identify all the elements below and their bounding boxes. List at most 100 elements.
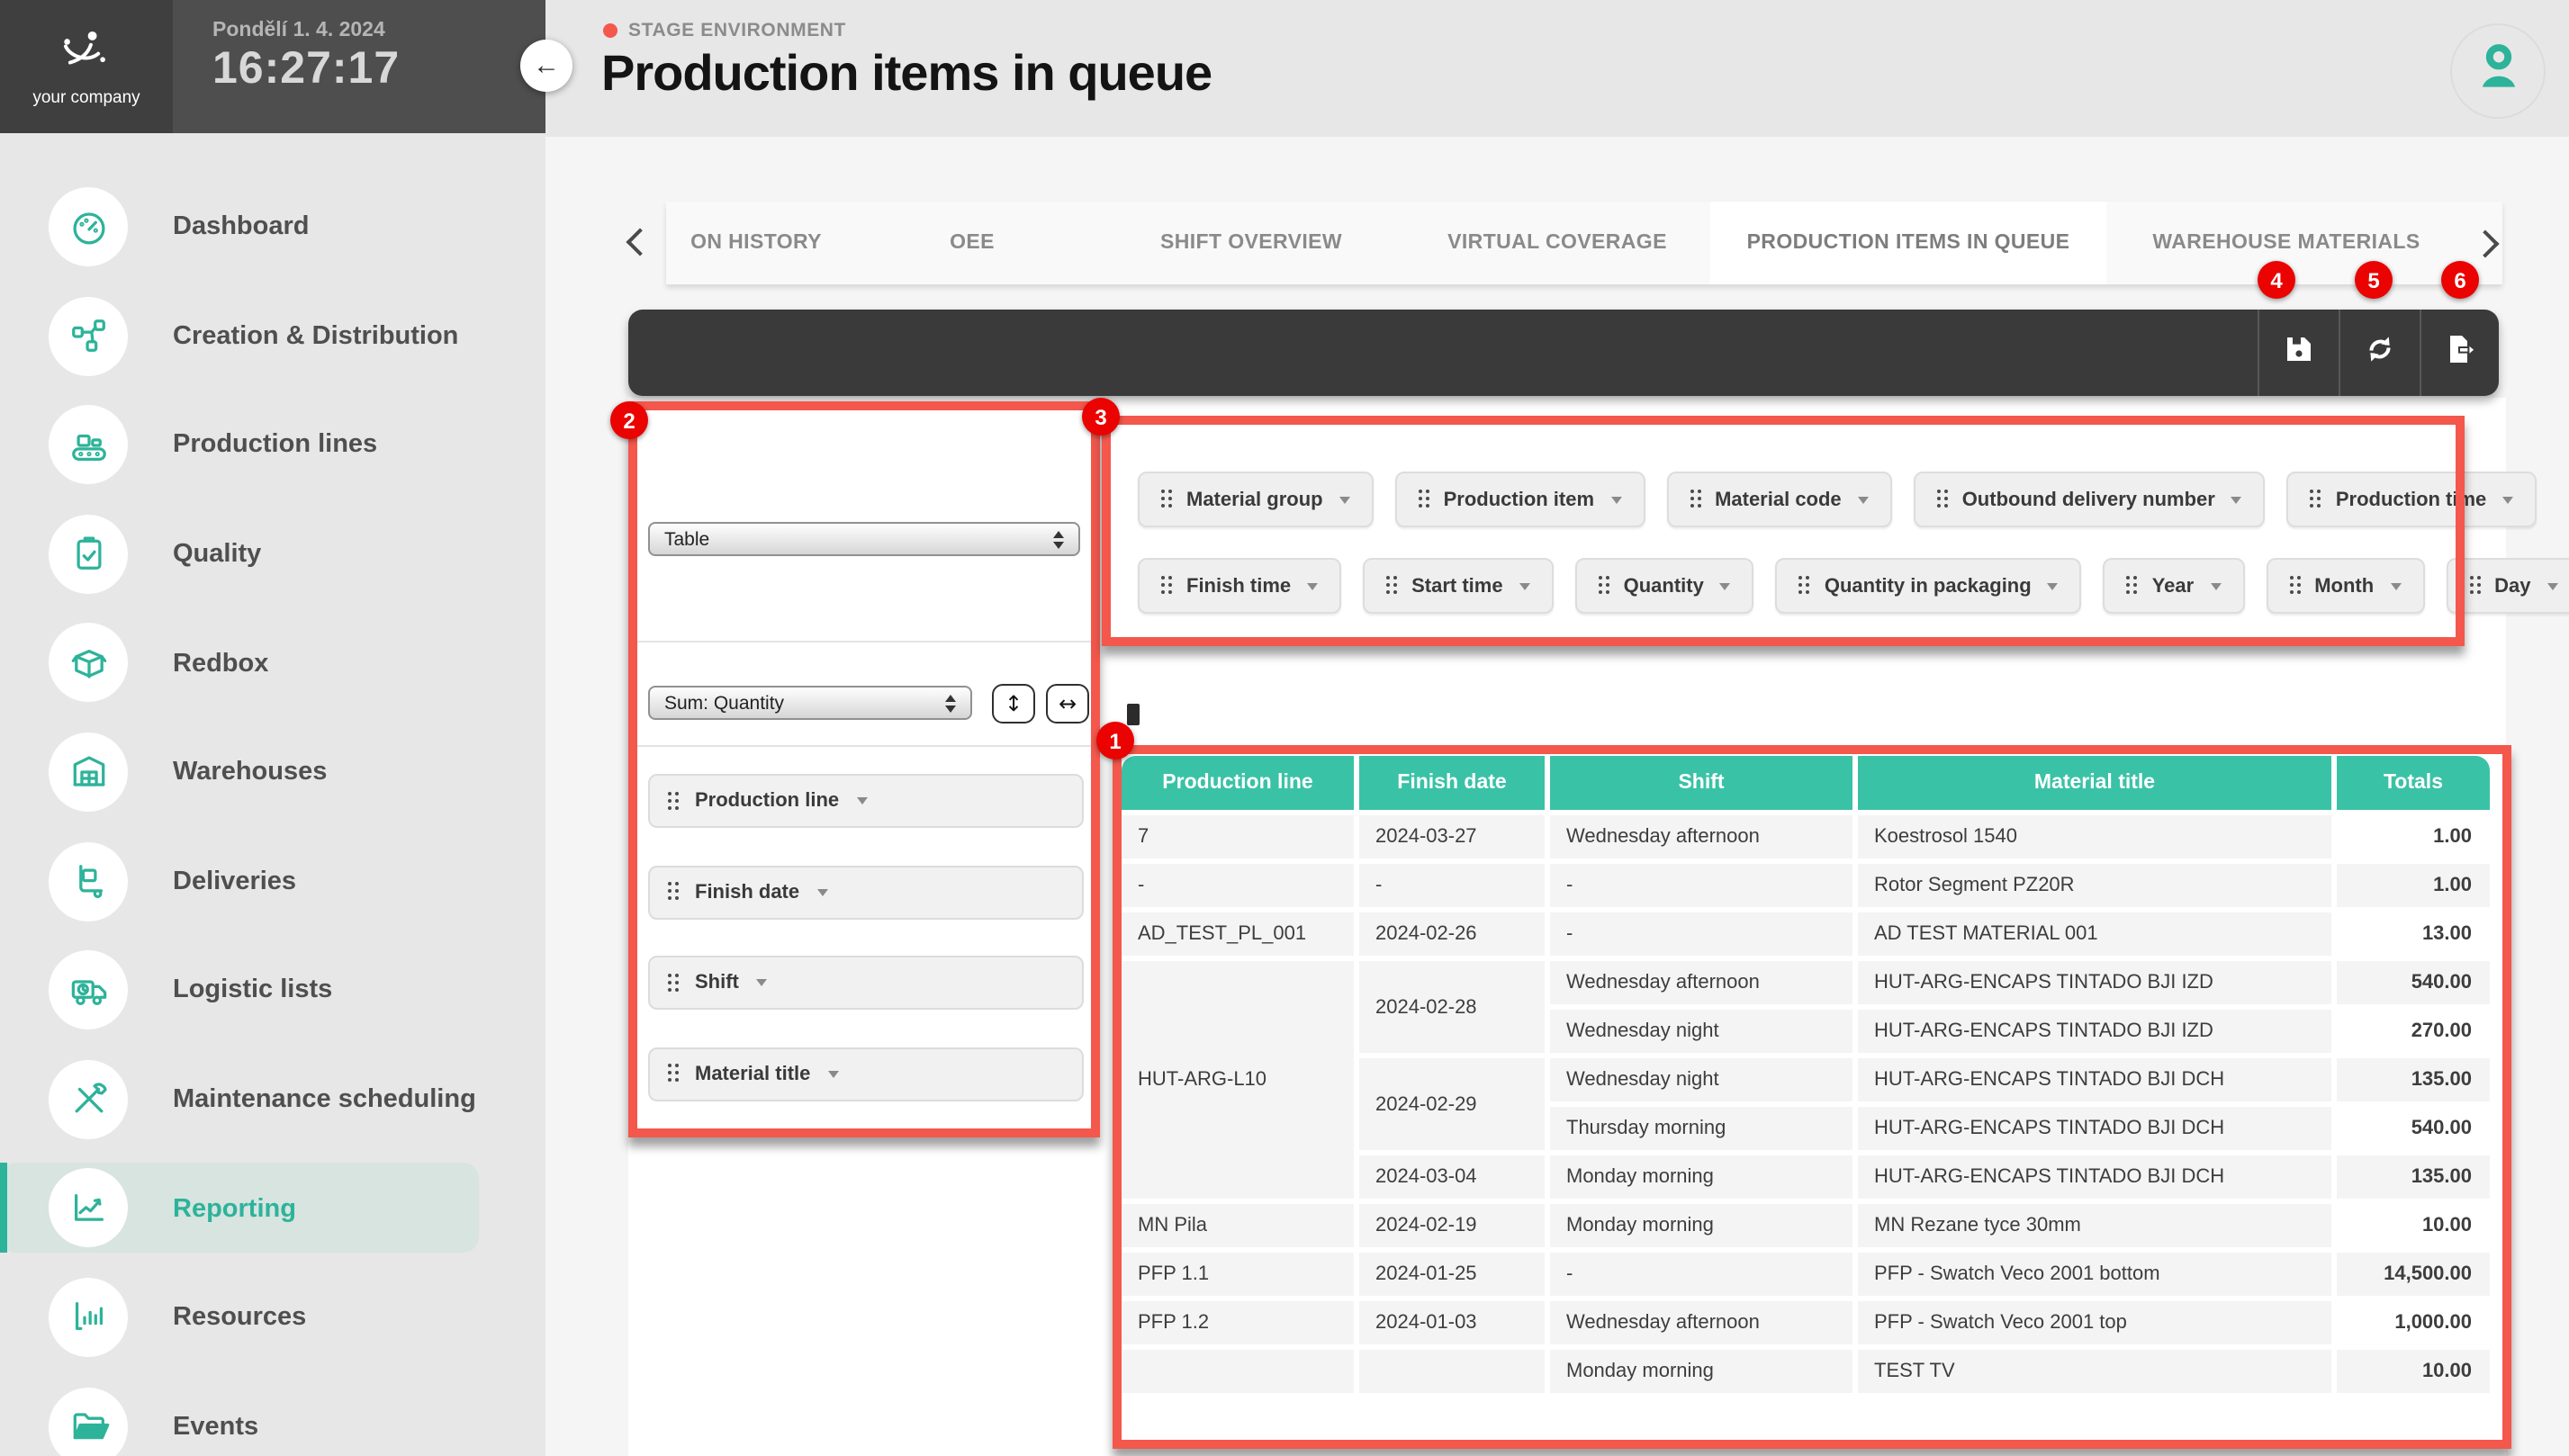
table-cell: Monday morning <box>1550 1155 1858 1204</box>
sidebar-item-production-lines[interactable]: Production lines <box>0 391 545 499</box>
annotation-badge-1: 1 <box>1096 722 1134 759</box>
field-chip-finish-time[interactable]: Finish time <box>1138 558 1341 614</box>
column-header-shift[interactable]: Shift <box>1550 756 1858 815</box>
chevron-down-icon <box>1858 496 1869 503</box>
table-row: PFP 1.22024-01-03Wednesday afternoonPFP … <box>1122 1301 2490 1350</box>
table-cell: 2024-03-27 <box>1359 815 1550 864</box>
tabs-scroll-left-icon[interactable] <box>626 228 654 256</box>
table-cell: 540.00 <box>2337 1107 2490 1155</box>
table-cell: Wednesday afternoon <box>1550 1301 1858 1350</box>
drag-handle-icon <box>1419 490 1431 509</box>
field-chip-label: Quantity <box>1624 575 1704 597</box>
row-field-list: Production line Finish date Shift Materi… <box>648 774 1084 1101</box>
sidebar-item-warehouses[interactable]: Warehouses <box>0 718 545 827</box>
sidebar-item-creation-distribution[interactable]: Creation & Distribution <box>0 282 545 391</box>
sidebar-item-label: Dashboard <box>173 173 310 282</box>
sidebar-item-dashboard[interactable]: Dashboard <box>0 173 545 282</box>
field-chip-production-time[interactable]: Production time <box>2287 472 2537 527</box>
table-cell: HUT-ARG-ENCAPS TINTADO BJI DCH <box>1858 1058 2337 1107</box>
table-cell <box>1359 1350 1550 1398</box>
chevron-down-icon <box>817 888 828 895</box>
logistic-lists-icon <box>49 950 128 1029</box>
user-profile-button[interactable] <box>2450 23 2546 119</box>
field-chip-finish-date[interactable]: Finish date <box>648 865 1084 919</box>
chevron-down-icon <box>1339 496 1350 503</box>
table-cell: 1.00 <box>2337 864 2490 912</box>
table-cell: Thursday morning <box>1550 1107 1858 1155</box>
chevron-down-icon <box>828 1070 839 1077</box>
table-cell: 10.00 <box>2337 1350 2490 1398</box>
column-header-totals[interactable]: Totals <box>2337 756 2490 815</box>
tab-shift-overview[interactable]: SHIFT OVERVIEW <box>1098 202 1404 284</box>
select-spinner-icon <box>1053 530 1064 548</box>
sidebar-item-events[interactable]: Events <box>0 1372 545 1456</box>
table-cell: 2024-02-28 <box>1359 961 1550 1058</box>
table-row: MN Pila2024-02-19Monday morningMN Rezane… <box>1122 1204 2490 1253</box>
table-cell: - <box>1550 1253 1858 1301</box>
sidebar-item-deliveries[interactable]: Deliveries <box>0 827 545 936</box>
field-chip-quantity-in-packaging[interactable]: Quantity in packaging <box>1776 558 2082 614</box>
tab-production-items-in-queue[interactable]: PRODUCTION ITEMS IN QUEUE <box>1710 202 2106 284</box>
refresh-button[interactable] <box>2339 310 2420 396</box>
field-chip-start-time[interactable]: Start time <box>1363 558 1554 614</box>
field-chip-quantity[interactable]: Quantity <box>1575 558 1754 614</box>
save-button[interactable] <box>2258 310 2339 396</box>
field-chip-material-group[interactable]: Material group <box>1138 472 1374 527</box>
sidebar-item-resources[interactable]: Resources <box>0 1263 545 1372</box>
field-chip-material-code[interactable]: Material code <box>1666 472 1892 527</box>
table-cell: 2024-01-03 <box>1359 1301 1550 1350</box>
sidebar-item-maintenance-scheduling[interactable]: Maintenance scheduling <box>0 1046 545 1155</box>
table-drag-handle-icon[interactable] <box>1127 704 1140 725</box>
back-arrow-icon: ← <box>533 50 560 81</box>
resources-icon <box>49 1278 128 1357</box>
environment-dot-icon <box>603 23 617 38</box>
sidebar-item-label: Warehouses <box>173 718 327 827</box>
aggregation-select[interactable]: Sum: Quantity <box>648 686 972 720</box>
table-cell: Wednesday afternoon <box>1550 961 1858 1010</box>
chevron-down-icon <box>2390 582 2401 589</box>
table-cell: 7 <box>1122 815 1359 864</box>
chevron-down-icon <box>2547 582 2558 589</box>
field-chip-production-line[interactable]: Production line <box>648 774 1084 828</box>
swap-columns-button[interactable]: ↔ <box>1046 684 1089 724</box>
filter-chip-row-2: Finish time Start time Quantity Quantity… <box>1138 558 2569 614</box>
field-chip-label: Material code <box>1715 489 1842 510</box>
tab-on-history[interactable]: ON HISTORY <box>666 202 846 284</box>
field-chip-year[interactable]: Year <box>2104 558 2245 614</box>
field-chip-material-title[interactable]: Material title <box>648 1047 1084 1101</box>
tab-virtual-coverage[interactable]: VIRTUAL COVERAGE <box>1404 202 1710 284</box>
table-header-row: Production lineFinish dateShiftMaterial … <box>1122 756 2490 815</box>
quality-icon <box>49 515 128 594</box>
sidebar-item-quality[interactable]: Quality <box>0 500 545 609</box>
swap-rows-button[interactable]: ↕ <box>992 684 1035 724</box>
sidebar-item-label: Quality <box>173 500 261 609</box>
column-header-production-line[interactable]: Production line <box>1122 756 1359 815</box>
field-chip-month[interactable]: Month <box>2266 558 2424 614</box>
drag-handle-icon <box>1937 490 1950 509</box>
view-type-select[interactable]: Table <box>648 522 1080 556</box>
annotation-badge-2: 2 <box>610 401 648 439</box>
field-chip-day[interactable]: Day <box>2446 558 2569 614</box>
field-chip-shift[interactable]: Shift <box>648 956 1084 1010</box>
table-cell: - <box>1359 864 1550 912</box>
collapse-sidebar-button[interactable]: ← <box>520 40 572 92</box>
table-cell: PFP - Swatch Veco 2001 bottom <box>1858 1253 2337 1301</box>
field-chip-outbound-delivery-number[interactable]: Outbound delivery number <box>1914 472 2266 527</box>
table-cell: Wednesday night <box>1550 1058 1858 1107</box>
production-lines-icon <box>49 405 128 484</box>
sidebar-item-redbox[interactable]: Redbox <box>0 609 545 718</box>
refresh-icon <box>2363 332 2395 373</box>
column-header-material-title[interactable]: Material title <box>1858 756 2337 815</box>
drag-handle-icon <box>668 791 681 811</box>
field-chip-production-item[interactable]: Production item <box>1395 472 1645 527</box>
chevron-down-icon <box>1720 582 1731 589</box>
tab-oee[interactable]: OEE <box>846 202 1098 284</box>
table-cell: HUT-ARG-ENCAPS TINTADO BJI DCH <box>1858 1155 2337 1204</box>
sidebar-item-logistic-lists[interactable]: Logistic lists <box>0 936 545 1045</box>
panel-divider <box>634 745 1095 747</box>
chevron-down-icon <box>1610 496 1621 503</box>
company-logo: your company <box>0 0 173 133</box>
export-button[interactable] <box>2420 310 2501 396</box>
column-header-finish-date[interactable]: Finish date <box>1359 756 1550 815</box>
sidebar-item-reporting[interactable]: Reporting <box>0 1155 545 1263</box>
